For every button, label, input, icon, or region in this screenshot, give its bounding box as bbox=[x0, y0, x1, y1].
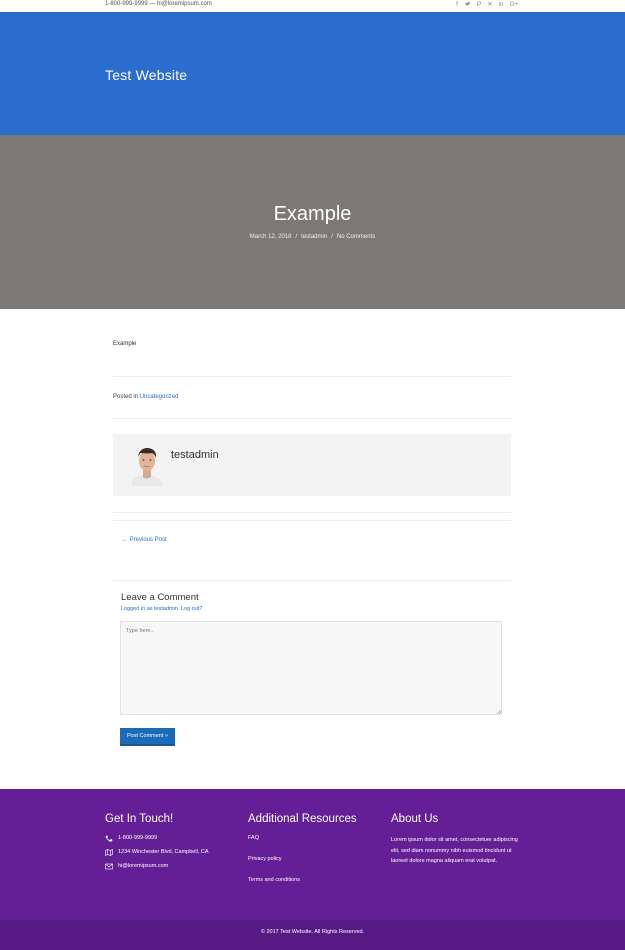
copyright-bar: © 2017 Test Website. All Rights Reserved… bbox=[0, 920, 625, 950]
meta-separator: / bbox=[331, 234, 333, 240]
footer-link-faq[interactable]: FAQ bbox=[248, 835, 357, 841]
footer-email: hi@loremipsum.com bbox=[105, 863, 208, 869]
site-footer: Get In Touch! 1-800-999-9999 1234 Winche… bbox=[0, 789, 625, 920]
topbar-contact: 1-800-999-9999 — hi@loremipsum.com bbox=[105, 1, 212, 7]
phone-icon bbox=[105, 835, 113, 842]
divider bbox=[113, 580, 511, 581]
footer-link-privacy[interactable]: Privacy policy bbox=[248, 856, 357, 862]
copyright-text: © 2017 Test Website. All Rights Reserved… bbox=[260, 929, 365, 935]
footer-phone: 1-800-999-9999 bbox=[105, 835, 208, 842]
footer-contact-title: Get In Touch! bbox=[105, 813, 174, 825]
post-comment-button[interactable]: Post Comment » bbox=[120, 728, 175, 746]
twitter-icon[interactable] bbox=[465, 1, 471, 10]
footer-email-text[interactable]: hi@loremipsum.com bbox=[118, 863, 168, 869]
footer-about-text: Lorem ipsum dolor sit amet, consectetuer… bbox=[391, 837, 518, 864]
comment-title: Leave a Comment bbox=[121, 592, 199, 603]
google-plus-icon[interactable]: G+ bbox=[509, 1, 519, 10]
pinterest-icon[interactable]: P bbox=[476, 1, 482, 10]
social-links: f P ✕ in G+ bbox=[454, 1, 519, 10]
map-icon bbox=[105, 848, 113, 856]
posted-in: Posted in Uncategorized bbox=[113, 394, 178, 400]
post-author-link[interactable]: testadmin bbox=[301, 234, 327, 240]
envelope-icon bbox=[105, 863, 113, 869]
footer-resources-title: Additional Resources bbox=[248, 813, 357, 825]
footer-phone-text: 1-800-999-9999 bbox=[118, 835, 158, 841]
post-title: Example bbox=[273, 203, 352, 225]
meta-separator: / bbox=[295, 234, 298, 240]
logged-in-text[interactable]: Logged in as testadmin. Log out? bbox=[121, 606, 202, 612]
post-comments-link[interactable]: No Comments bbox=[337, 234, 375, 240]
category-link[interactable]: Uncategorized bbox=[140, 394, 179, 400]
post-date[interactable]: March 12, 2018 bbox=[250, 234, 292, 240]
post-hero: Example March 12, 2018/testadmin / No Comm… bbox=[0, 135, 625, 309]
footer-contact-column: Get In Touch! 1-800-999-9999 1234 Winche… bbox=[105, 813, 208, 877]
footer-link-terms[interactable]: Terms and conditions bbox=[248, 877, 357, 883]
footer-address: 1234 Winchester Blvd, Campbell, CA bbox=[105, 848, 209, 856]
top-bar: 1-800-999-9999 — hi@loremipsum.com f P ✕… bbox=[0, 0, 625, 12]
author-name[interactable]: testadmin bbox=[171, 449, 219, 461]
footer-resources-column: Additional Resources FAQ Privacy policy … bbox=[248, 813, 357, 898]
previous-post-link[interactable]: ← Previous Post bbox=[122, 537, 167, 543]
divider bbox=[113, 376, 511, 377]
site-header: Test Website bbox=[0, 12, 625, 135]
facebook-icon[interactable]: f bbox=[454, 1, 460, 10]
footer-address-text: 1234 Winchester Blvd, Campbell, CA bbox=[118, 849, 209, 855]
divider bbox=[113, 520, 511, 521]
divider bbox=[113, 512, 511, 513]
post-body: Example bbox=[113, 341, 137, 347]
comment-textarea[interactable] bbox=[120, 621, 502, 715]
author-box: testadmin bbox=[113, 434, 511, 496]
divider bbox=[113, 418, 511, 419]
footer-about-column: About Us Lorem ipsum dolor sit amet, con… bbox=[391, 813, 523, 867]
xing-icon[interactable]: ✕ bbox=[487, 1, 493, 10]
post-content: Example bbox=[113, 341, 511, 347]
resize-handle-icon[interactable] bbox=[496, 709, 501, 714]
posted-in-label: Posted in bbox=[113, 394, 139, 400]
avatar bbox=[127, 444, 167, 486]
footer-about-title: About Us bbox=[391, 813, 439, 825]
post-meta: March 12, 2018/testadmin / No Comments bbox=[0, 234, 625, 240]
linkedin-icon[interactable]: in bbox=[498, 1, 504, 10]
site-title[interactable]: Test Website bbox=[105, 67, 187, 83]
